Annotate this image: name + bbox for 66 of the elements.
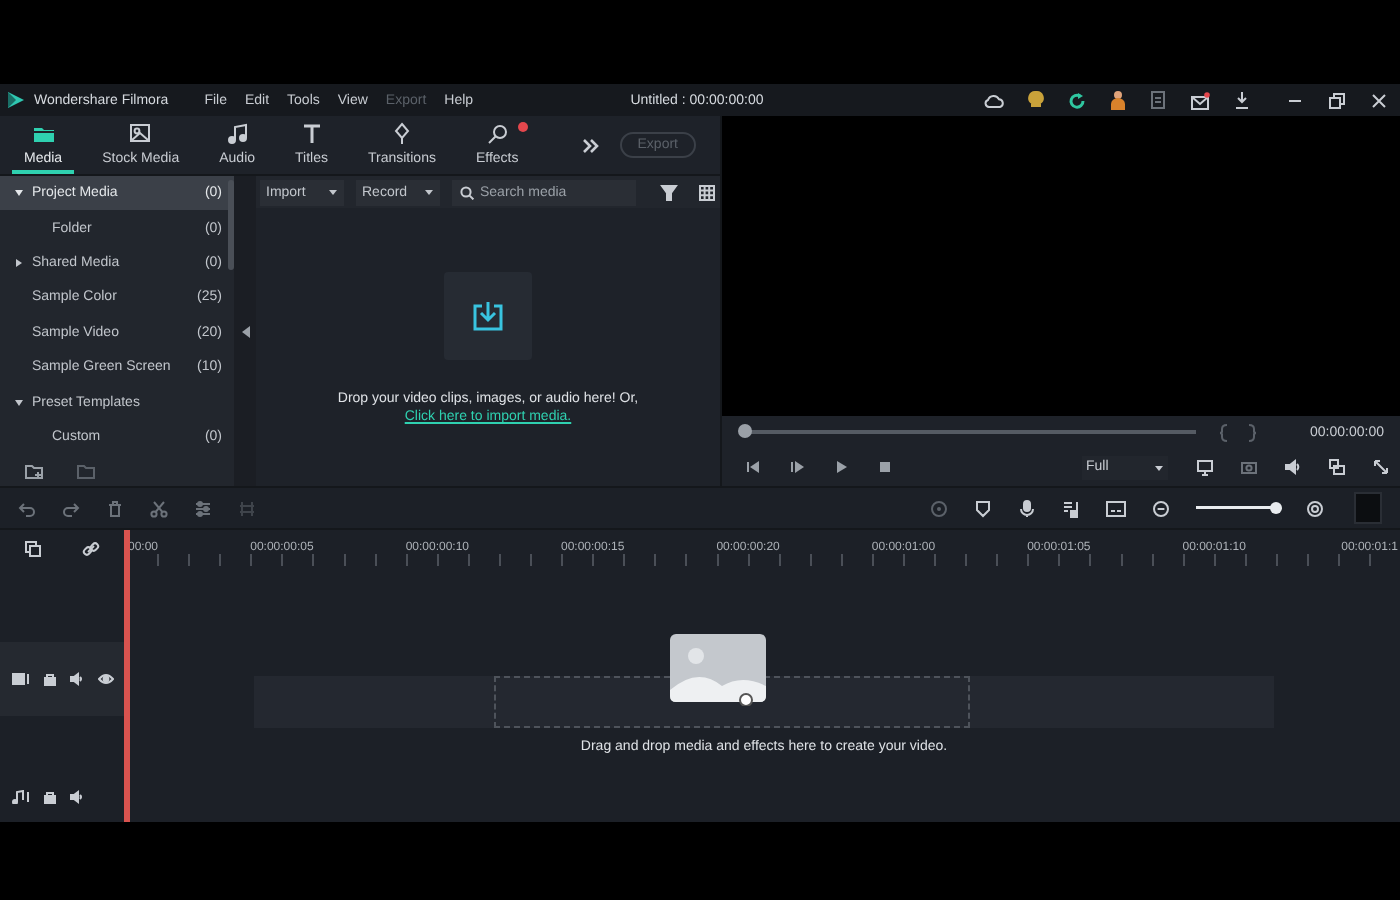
video-track-icon	[12, 672, 30, 686]
redo-icon[interactable]	[62, 499, 80, 517]
image-placeholder-drawing	[670, 634, 766, 706]
playhead-thumb[interactable]	[737, 424, 751, 438]
diamond-icon	[389, 121, 414, 145]
stop-icon[interactable]	[876, 458, 894, 476]
refresh-icon[interactable]	[1068, 91, 1086, 109]
folder-icon[interactable]	[76, 462, 96, 480]
grid-view-icon[interactable]	[698, 183, 716, 201]
caret-icon	[424, 188, 434, 196]
monitor-icon[interactable]	[1196, 458, 1214, 476]
mail-icon[interactable]	[1190, 91, 1210, 109]
cloud-icon[interactable]	[984, 92, 1004, 108]
download-tray-icon	[470, 298, 506, 334]
picture-icon	[128, 121, 153, 145]
lightbulb-icon[interactable]	[1028, 90, 1044, 110]
microphone-icon[interactable]	[1018, 499, 1036, 517]
restore-icon[interactable]	[1328, 91, 1346, 109]
render-icon[interactable]	[930, 499, 948, 517]
link-icon[interactable]	[82, 539, 100, 557]
caret-icon	[328, 188, 338, 196]
speaker-icon[interactable]	[70, 790, 84, 804]
zoom-in-icon[interactable]	[1306, 499, 1324, 517]
lock-icon[interactable]	[44, 672, 56, 686]
shield-icon[interactable]	[974, 499, 992, 517]
zoom-out-icon[interactable]	[1152, 499, 1170, 517]
audio-track-icon	[12, 790, 30, 804]
double-chevron-icon[interactable]	[579, 135, 600, 155]
title-icon	[299, 121, 324, 145]
document-icon[interactable]	[1150, 90, 1166, 110]
subtitle-icon[interactable]	[1106, 499, 1126, 517]
collapse-icon[interactable]	[241, 325, 249, 337]
previous-frame-icon[interactable]	[744, 458, 762, 476]
delete-icon[interactable]	[106, 499, 124, 517]
filter-icon[interactable]	[660, 183, 678, 201]
speaker-icon[interactable]	[70, 672, 84, 686]
mark-out-icon[interactable]	[1248, 423, 1256, 441]
logo-icon	[6, 90, 26, 110]
zoom-slider[interactable]	[1196, 502, 1280, 514]
close-icon[interactable]	[1370, 91, 1388, 109]
scissors-icon[interactable]	[150, 499, 168, 517]
download-icon[interactable]	[1234, 90, 1250, 110]
lock-icon[interactable]	[44, 790, 56, 804]
speaker-icon[interactable]	[1284, 458, 1302, 476]
camera-icon[interactable]	[1240, 458, 1258, 476]
person-icon[interactable]	[1110, 90, 1126, 110]
music-list-icon[interactable]	[1062, 499, 1080, 517]
magnifier-icon	[485, 121, 510, 145]
caret-icon	[1154, 463, 1164, 471]
caret-icon[interactable]	[14, 257, 24, 268]
mark-in-icon[interactable]	[1220, 423, 1228, 441]
caret-icon[interactable]	[14, 188, 24, 199]
layers-icon[interactable]	[1328, 458, 1346, 476]
new-folder-icon[interactable]	[24, 462, 44, 480]
slider-thumb[interactable]	[1269, 502, 1282, 514]
undo-icon[interactable]	[18, 499, 36, 517]
caret-icon[interactable]	[14, 397, 24, 408]
adjust-icon[interactable]	[194, 499, 212, 517]
play-icon[interactable]	[832, 458, 850, 476]
expand-icon[interactable]	[1372, 458, 1390, 476]
scrollbar[interactable]	[228, 180, 234, 270]
music-note-icon	[225, 121, 250, 145]
import-box[interactable]	[444, 272, 532, 360]
step-play-icon[interactable]	[788, 458, 806, 476]
eye-icon[interactable]	[98, 672, 114, 686]
add-track-icon[interactable]	[24, 539, 42, 557]
